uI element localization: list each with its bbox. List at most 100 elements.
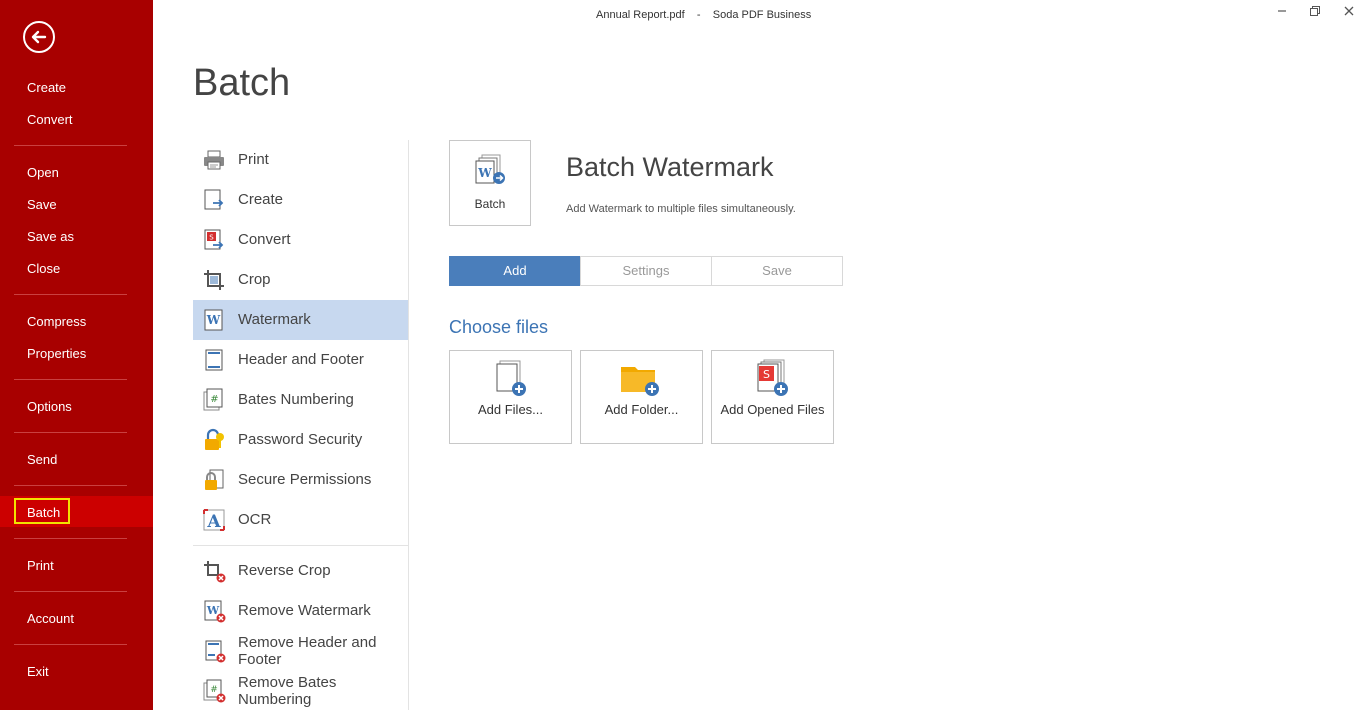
tool-crop[interactable]: Crop (193, 260, 408, 300)
tool-remove-header-footer[interactable]: Remove Header and Footer (193, 631, 408, 671)
nav-separator (14, 379, 127, 380)
nav-create[interactable]: Create (27, 80, 66, 96)
batch-tile-label: Batch (474, 197, 506, 211)
tool-create[interactable]: Create (193, 180, 408, 220)
batch-watermark-icon: W (475, 154, 505, 184)
header-footer-icon (205, 349, 223, 371)
nav-separator (14, 591, 127, 592)
nav-open[interactable]: Open (27, 165, 59, 181)
close-window-button[interactable] (1339, 5, 1359, 21)
nav-print[interactable]: Print (27, 558, 54, 574)
tool-label: Password Security (238, 431, 363, 448)
nav-save-as[interactable]: Save as (27, 229, 74, 245)
tool-watermark[interactable]: W Watermark (193, 300, 408, 340)
svg-text:W: W (206, 313, 221, 327)
svg-text:#: # (210, 394, 218, 405)
feature-title: Batch Watermark (566, 152, 774, 182)
minimize-icon (1278, 10, 1286, 12)
backstage-sidebar: Create Convert Open Save Save as Close C… (0, 0, 153, 710)
back-arrow-icon (31, 30, 47, 44)
nav-convert[interactable]: Convert (27, 112, 73, 128)
tool-label: Secure Permissions (238, 471, 372, 488)
convert-icon: S (204, 229, 224, 250)
nav-send[interactable]: Send (27, 452, 57, 468)
password-lock-icon (205, 428, 224, 450)
remove-header-footer-icon (205, 640, 226, 663)
step-save[interactable]: Save (711, 256, 843, 286)
add-opened-files-icon: S (757, 359, 788, 396)
tool-label: Crop (238, 271, 271, 288)
tool-remove-bates-numbering[interactable]: # Remove Bates Numbering (193, 671, 408, 711)
nav-separator (14, 432, 127, 433)
tool-header-footer[interactable]: Header and Footer (193, 340, 408, 380)
tool-list-divider (408, 140, 409, 710)
tool-ocr[interactable]: A OCR (193, 500, 408, 540)
add-folder-icon (621, 367, 659, 396)
tool-list-separator (193, 545, 408, 546)
svg-text:S: S (763, 368, 770, 381)
tool-bates-numbering[interactable]: # Bates Numbering (193, 380, 408, 420)
add-files-button[interactable]: Add Files... (449, 350, 572, 444)
nav-separator (14, 538, 127, 539)
tool-label: Print (238, 151, 269, 168)
tool-label: Watermark (238, 311, 311, 328)
add-folder-button[interactable]: Add Folder... (580, 350, 703, 444)
tool-label: Header and Footer (238, 351, 364, 368)
svg-text:S: S (209, 234, 214, 242)
remove-bates-icon: # (203, 679, 226, 703)
tool-password-security[interactable]: Password Security (193, 420, 408, 460)
tool-label: Remove Watermark (238, 602, 371, 619)
svg-text:A: A (206, 512, 221, 532)
nav-properties[interactable]: Properties (27, 346, 86, 362)
reverse-crop-icon (204, 561, 226, 583)
restore-button[interactable] (1305, 5, 1325, 21)
tool-label: OCR (238, 511, 272, 528)
tool-label: Bates Numbering (238, 391, 354, 408)
step-settings[interactable]: Settings (580, 256, 712, 286)
printer-icon (204, 150, 224, 170)
tool-label: Reverse Crop (238, 562, 331, 579)
batch-tile[interactable]: W Batch (449, 140, 531, 226)
nav-batch[interactable]: Batch (27, 505, 60, 521)
nav-account[interactable]: Account (27, 611, 74, 627)
create-document-icon (204, 189, 224, 210)
title-bar: Annual Report.pdf - Soda PDF Business (153, 0, 1365, 30)
crop-icon (204, 270, 224, 290)
tool-remove-watermark[interactable]: W Remove Watermark (193, 591, 408, 631)
add-files-icon (496, 360, 526, 396)
step-tabs: Add Settings Save (449, 256, 843, 286)
tool-label: Remove Header and Footer (238, 634, 377, 668)
tool-print[interactable]: Print (193, 140, 408, 180)
remove-watermark-icon: W (204, 600, 226, 623)
add-files-label: Add Files... (477, 402, 544, 417)
nav-close[interactable]: Close (27, 261, 60, 277)
watermark-icon: W (204, 309, 223, 331)
svg-text:#: # (210, 685, 218, 695)
nav-exit[interactable]: Exit (27, 664, 49, 680)
feature-description: Add Watermark to multiple files simultan… (566, 203, 796, 215)
nav-compress[interactable]: Compress (27, 314, 86, 330)
bates-numbering-icon: # (203, 388, 223, 411)
tool-reverse-crop[interactable]: Reverse Crop (193, 551, 408, 591)
nav-options[interactable]: Options (27, 399, 72, 415)
add-folder-label: Add Folder... (604, 402, 679, 417)
add-opened-files-button[interactable]: S Add Opened Files (711, 350, 834, 444)
page-title: Batch (193, 62, 291, 104)
tool-secure-permissions[interactable]: Secure Permissions (193, 460, 408, 500)
nav-separator (14, 145, 127, 146)
nav-separator (14, 644, 127, 645)
back-button[interactable] (23, 21, 55, 53)
svg-text:W: W (477, 166, 492, 180)
tool-label: Create (238, 191, 284, 208)
minimize-button[interactable] (1272, 5, 1292, 21)
close-icon (1344, 6, 1354, 16)
permissions-lock-icon (205, 469, 224, 490)
choose-files-heading: Choose files (449, 317, 549, 337)
tool-convert[interactable]: S Convert (193, 220, 408, 260)
tool-label: Remove Bates Numbering (238, 674, 337, 708)
nav-separator (14, 485, 127, 486)
window-title: Annual Report.pdf - Soda PDF Business (596, 9, 812, 21)
step-add[interactable]: Add (449, 256, 581, 286)
nav-save[interactable]: Save (27, 197, 57, 213)
tool-label: Convert (238, 231, 291, 248)
